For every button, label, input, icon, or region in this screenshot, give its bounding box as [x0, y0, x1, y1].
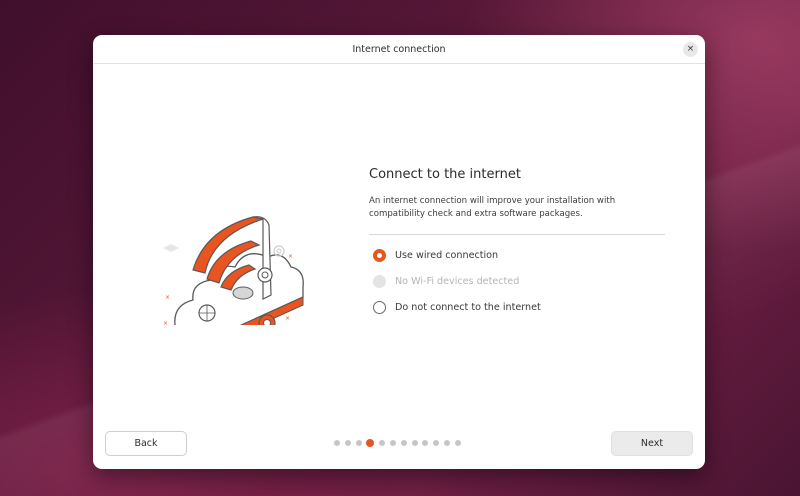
installer-window: Internet connection × × × × × Connect to… [93, 35, 705, 469]
page-dot [389, 440, 396, 446]
option-no-connection-label: Do not connect to the internet [395, 302, 541, 313]
page-dot [411, 440, 418, 446]
radio-no-connection[interactable] [373, 301, 386, 314]
page-dot [422, 440, 429, 446]
page-description: An internet connection will improve your… [369, 196, 616, 219]
option-wired[interactable]: Use wired connection [369, 249, 665, 262]
option-wifi-label: No Wi-Fi devices detected [395, 276, 520, 287]
window-title: Internet connection [352, 43, 446, 55]
connection-options: Use wired connection No Wi-Fi devices de… [369, 249, 665, 314]
page-dot [344, 440, 351, 446]
close-icon: × [686, 44, 695, 54]
close-button[interactable]: × [683, 42, 698, 57]
page-dot [379, 440, 386, 446]
svg-text:×: × [288, 253, 293, 260]
page-dot [443, 440, 450, 446]
radio-wifi [373, 275, 386, 288]
page-dot [433, 440, 440, 446]
svg-text:×: × [165, 294, 170, 301]
back-button[interactable]: Back [105, 431, 187, 456]
svg-text:×: × [163, 320, 168, 325]
radio-wired[interactable] [373, 249, 386, 262]
option-wired-label: Use wired connection [395, 250, 499, 261]
option-wifi: No Wi-Fi devices detected [369, 275, 665, 288]
wifi-cloud-illustration: × × × × [163, 216, 304, 325]
option-no-connection[interactable]: Do not connect to the internet [369, 301, 665, 314]
svg-text:×: × [285, 315, 290, 322]
page-dot-current [366, 439, 375, 447]
title-bar: Internet connection × [93, 35, 705, 64]
divider [369, 234, 665, 235]
page-heading: Connect to the internet [369, 167, 521, 182]
connection-panel: Connect to the internet An internet conn… [369, 167, 665, 314]
page-indicator [334, 439, 466, 447]
page-dot [400, 440, 407, 446]
page-dot [334, 440, 340, 446]
page-dot [355, 440, 362, 446]
page-dot [454, 440, 461, 446]
next-button[interactable]: Next [611, 431, 693, 456]
